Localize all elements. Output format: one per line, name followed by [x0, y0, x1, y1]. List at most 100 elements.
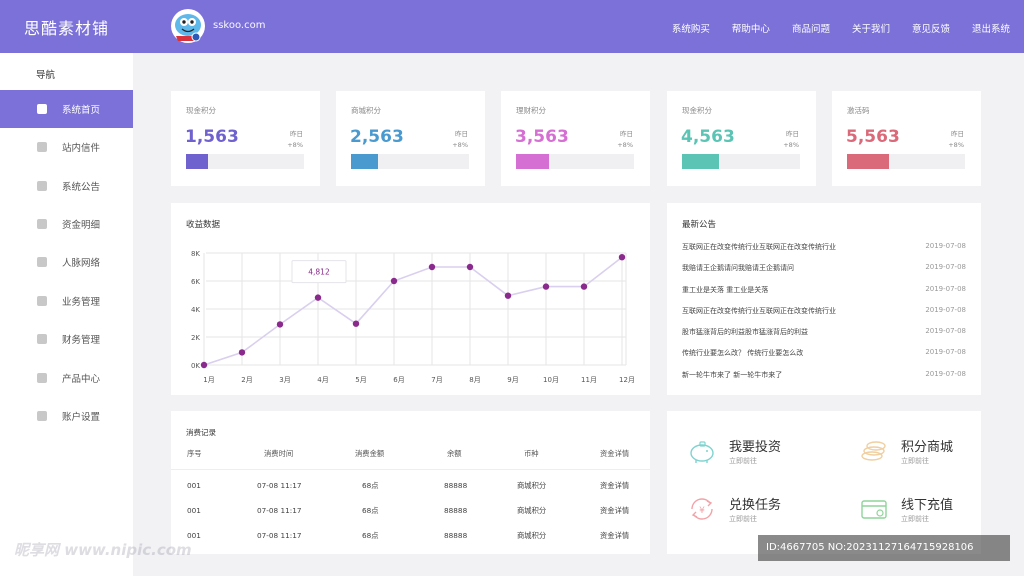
- sidebar: 导航 系统首页 站内信件 系统公告 资金明细 人脉网络 业务管理 财务管理 产品…: [0, 53, 133, 576]
- stat-card-cash-points-2[interactable]: 现金积分 4,563 昨日 +8%: [667, 91, 816, 186]
- y-tick-label: 0K: [191, 362, 200, 370]
- consumption-records-card: 消费记录 序号 消费时间 消费金额 余额 币种 资金详情 001 07-08 1…: [171, 411, 650, 554]
- consumption-title: 消费记录: [186, 428, 216, 437]
- quick-action-points-mall[interactable]: 积分商城 立即前往: [859, 436, 979, 468]
- stat-label: 理财积分: [516, 106, 546, 115]
- stat-label: 激活码: [847, 106, 870, 115]
- piggy-bank-icon: [690, 441, 714, 463]
- sidebar-item-label: 系统首页: [62, 105, 101, 116]
- data-point[interactable]: [276, 321, 284, 328]
- stat-change: 昨日 +8%: [452, 130, 468, 149]
- sidebar-item-finance[interactable]: 财务管理: [0, 320, 133, 358]
- announcements-title: 最新公告: [682, 220, 717, 230]
- announcement-item[interactable]: 互联网正在改变传统行业互联网正在改变传统行业 2019-07-08: [682, 306, 966, 316]
- sidebar-item-label: 系统公告: [62, 182, 101, 193]
- stat-value: 5,563: [846, 127, 900, 147]
- stat-card-cash-points[interactable]: 现金积分 1,563 昨日 +8%: [171, 91, 320, 186]
- site-url[interactable]: sskoo.com: [213, 20, 265, 31]
- sidebar-item-label: 人脉网络: [62, 258, 101, 269]
- quick-action-subtitle: 立即前往: [901, 457, 929, 465]
- data-point[interactable]: [580, 283, 588, 290]
- announcement-item[interactable]: 重工业是关落 重工业是关落 2019-07-08: [682, 285, 966, 295]
- data-point[interactable]: [314, 294, 322, 301]
- topnav-buy-system[interactable]: 系统购买: [672, 21, 710, 35]
- quick-actions-card: 我要投资 立即前往 积分商城 立即前往 ¥ 兑换任务 立即前往 线下充值 立即前…: [667, 411, 981, 554]
- topnav-product-issues[interactable]: 商品问题: [792, 21, 830, 35]
- quick-action-invest[interactable]: 我要投资 立即前往: [687, 436, 807, 468]
- fund-detail-link[interactable]: 资金详情: [600, 506, 629, 516]
- data-point[interactable]: [390, 277, 398, 285]
- announcement-item[interactable]: 新一轮牛市来了 新一轮牛市来了 2019-07-08: [682, 370, 966, 380]
- coins-icon: [861, 441, 886, 461]
- stat-card-mall-points[interactable]: 商城积分 2,563 昨日 +8%: [336, 91, 485, 186]
- announcements-card: 最新公告 互联网正在改变传统行业互联网正在改变传统行业 2019-07-08 我赔…: [667, 203, 981, 395]
- fund-detail-link[interactable]: 资金详情: [600, 531, 629, 541]
- sidebar-item-label: 资金明细: [62, 220, 101, 231]
- gear-icon: [37, 411, 47, 421]
- data-point[interactable]: [200, 361, 208, 369]
- data-point[interactable]: [466, 263, 474, 271]
- stat-progress-bar: [186, 154, 304, 169]
- announcement-item[interactable]: 股市猛涨背后的利益股市猛涨背后的利益 2019-07-08: [682, 327, 966, 337]
- stat-card-activation-code[interactable]: 激活码 5,563 昨日 +8%: [832, 91, 981, 186]
- stat-value: 2,563: [350, 127, 404, 147]
- stat-change: 昨日 +8%: [287, 130, 303, 149]
- top-header: 思酷素材铺 sskoo.com 系统购买 帮助中心 商品问题 关于我们 意见反馈…: [0, 0, 1024, 53]
- x-tick-label: 2月: [241, 376, 252, 384]
- y-tick-label: 2K: [191, 334, 200, 342]
- sidebar-item-network[interactable]: 人脉网络: [0, 243, 133, 281]
- sidebar-item-settings[interactable]: 账户设置: [0, 397, 133, 435]
- sidebar-item-products[interactable]: 产品中心: [0, 359, 133, 397]
- sidebar-item-business[interactable]: 业务管理: [0, 282, 133, 320]
- topnav-feedback[interactable]: 意见反馈: [912, 21, 950, 35]
- quick-action-offline-recharge[interactable]: 线下充值 立即前往: [859, 494, 979, 526]
- data-point[interactable]: [352, 320, 360, 327]
- header-cell: 序号: [187, 449, 202, 458]
- stat-value: 4,563: [681, 127, 735, 147]
- data-point[interactable]: [428, 263, 436, 271]
- stat-change: 昨日 +8%: [948, 130, 964, 149]
- earnings-line-chart[interactable]: 0K 2K 4K 6K 8K 1月 2月 3月 4月 5月 6月 7月 8月 9月 10月 11月 12月 4,8…: [171, 203, 650, 395]
- document-icon: [37, 296, 47, 306]
- stat-card-finance-points[interactable]: 理财积分 3,563 昨日 +8%: [501, 91, 650, 186]
- quick-action-exchange-task[interactable]: ¥ 兑换任务 立即前往: [687, 494, 807, 526]
- announcement-item[interactable]: 我赔请王企鹅请问我赔请王企鹅请问 2019-07-08: [682, 263, 966, 273]
- header-cell: 资金详情: [600, 449, 630, 458]
- stat-progress-bar: [516, 154, 634, 169]
- data-point[interactable]: [238, 349, 246, 356]
- data-point[interactable]: [618, 254, 626, 261]
- x-tick-label: 1月: [203, 376, 214, 384]
- x-tick-label: 10月: [543, 376, 559, 384]
- quick-action-title: 线下充值: [901, 498, 954, 513]
- stat-change: 昨日 +8%: [783, 130, 799, 149]
- brand-title[interactable]: 思酷素材铺: [24, 15, 109, 39]
- mascot-logo-icon[interactable]: [170, 8, 206, 44]
- quick-action-subtitle: 立即前往: [901, 515, 929, 523]
- sidebar-item-notice[interactable]: 系统公告: [0, 167, 133, 205]
- announcement-item[interactable]: 互联网正在改变传统行业互联网正在改变传统行业 2019-07-08: [682, 242, 966, 252]
- header-cell: 余额: [447, 449, 462, 458]
- topnav-logout[interactable]: 退出系统: [972, 21, 1010, 35]
- header-cell: 消费时间: [264, 449, 294, 458]
- money-bag-icon: [37, 219, 47, 229]
- watermark-left: 昵享网 www.nipic.com: [14, 541, 192, 559]
- fund-detail-link[interactable]: 资金详情: [600, 481, 629, 491]
- sidebar-item-funds[interactable]: 资金明细: [0, 205, 133, 243]
- topnav-help-center[interactable]: 帮助中心: [732, 21, 770, 35]
- topnav-about-us[interactable]: 关于我们: [852, 21, 890, 35]
- stat-label: 现金积分: [186, 106, 216, 115]
- chart-tooltip-value: 4,812: [308, 268, 330, 277]
- mail-icon: [37, 142, 47, 152]
- quick-action-subtitle: 立即前往: [729, 515, 757, 523]
- data-point[interactable]: [504, 292, 512, 299]
- announcement-item[interactable]: 传统行业要怎么改？ 传统行业要怎么改 2019-07-08: [682, 348, 966, 358]
- svg-text:¥: ¥: [699, 506, 705, 516]
- quick-action-title: 兑换任务: [729, 498, 782, 513]
- sidebar-item-messages[interactable]: 站内信件: [0, 128, 133, 166]
- stat-value: 3,563: [515, 127, 569, 147]
- sidebar-item-home[interactable]: 系统首页: [0, 90, 133, 128]
- data-point[interactable]: [542, 283, 550, 290]
- x-tick-label: 3月: [279, 376, 290, 384]
- stat-progress-bar: [847, 154, 965, 169]
- y-tick-label: 6K: [191, 278, 200, 286]
